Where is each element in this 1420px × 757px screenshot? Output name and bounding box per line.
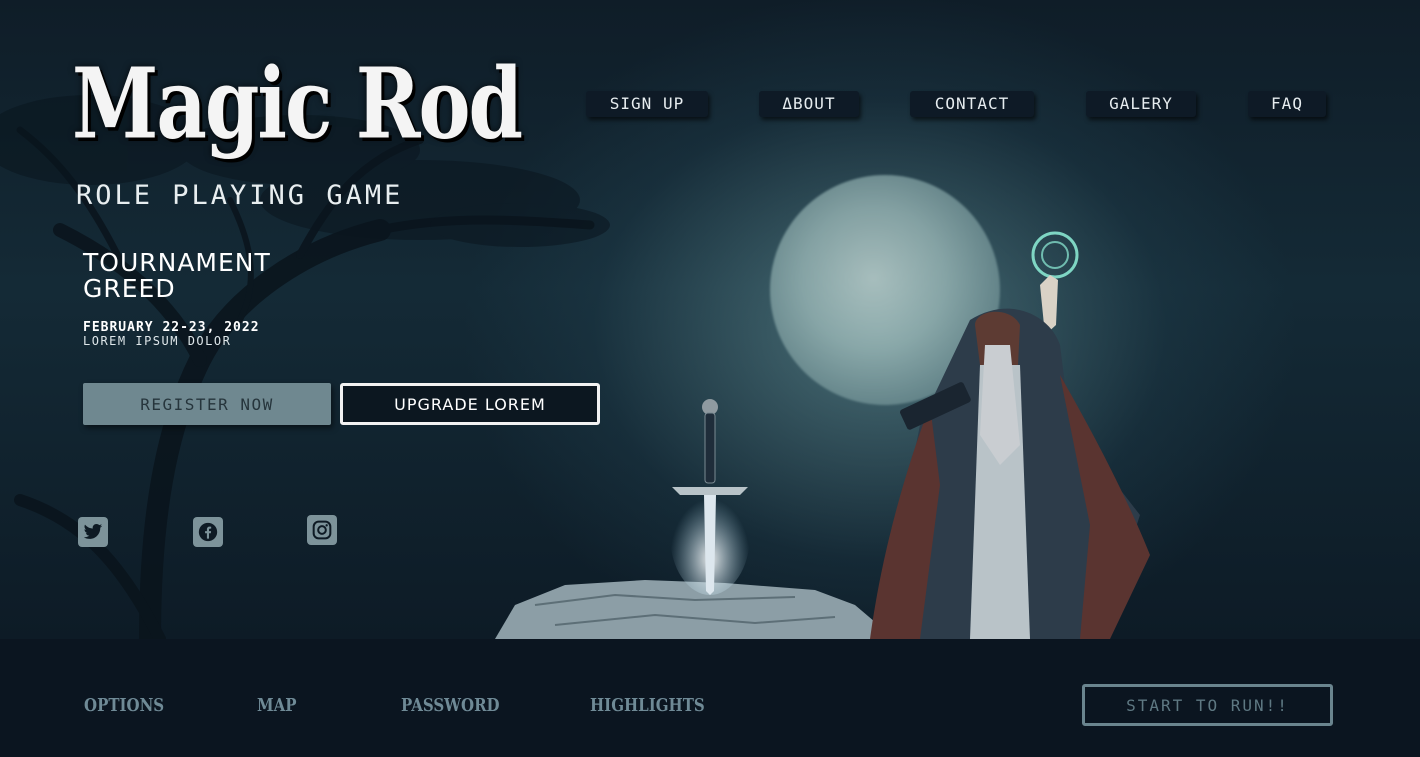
event-title: TOURNAMENT GREED [83,250,343,302]
facebook-icon [198,522,218,542]
logo-title[interactable]: Magic Rod [72,55,523,154]
nav-faq[interactable]: FAQ [1248,91,1326,117]
footer-link-map[interactable]: MAP [257,694,297,716]
footer-link-password[interactable]: PASSWORD [401,694,500,716]
event-date: FEBRUARY 22-23, 2022 [83,320,260,335]
event-title-line1: TOURNAMENT [83,248,271,277]
event-subtitle: LOREM IPSUM DOLOR [83,334,232,348]
instagram-link[interactable] [307,515,337,545]
start-to-run-button[interactable]: START TO RUN!! [1082,684,1333,726]
instagram-icon [312,520,332,540]
facebook-link[interactable] [193,517,223,547]
nav-galery[interactable]: GALERY [1086,91,1196,117]
nav-contact[interactable]: CONTACT [910,91,1034,117]
twitter-link[interactable] [78,517,108,547]
footer-link-highlights[interactable]: HIGHLIGHTS [590,694,705,716]
register-now-button[interactable]: REGISTER NOW [83,383,331,425]
nav-about[interactable]: ΔBOUT [759,91,859,117]
wizard-image [870,231,1150,639]
nav-sign-up[interactable]: SIGN UP [586,91,708,117]
footer-link-options[interactable]: OPTIONS [84,694,164,716]
event-title-line2: GREED [83,274,176,303]
upgrade-button[interactable]: UPGRADE LOREM [340,383,600,425]
twitter-icon [83,524,103,539]
sword-image [670,399,750,595]
logo-subtitle: ROLE PLAYING GAME [76,180,404,211]
